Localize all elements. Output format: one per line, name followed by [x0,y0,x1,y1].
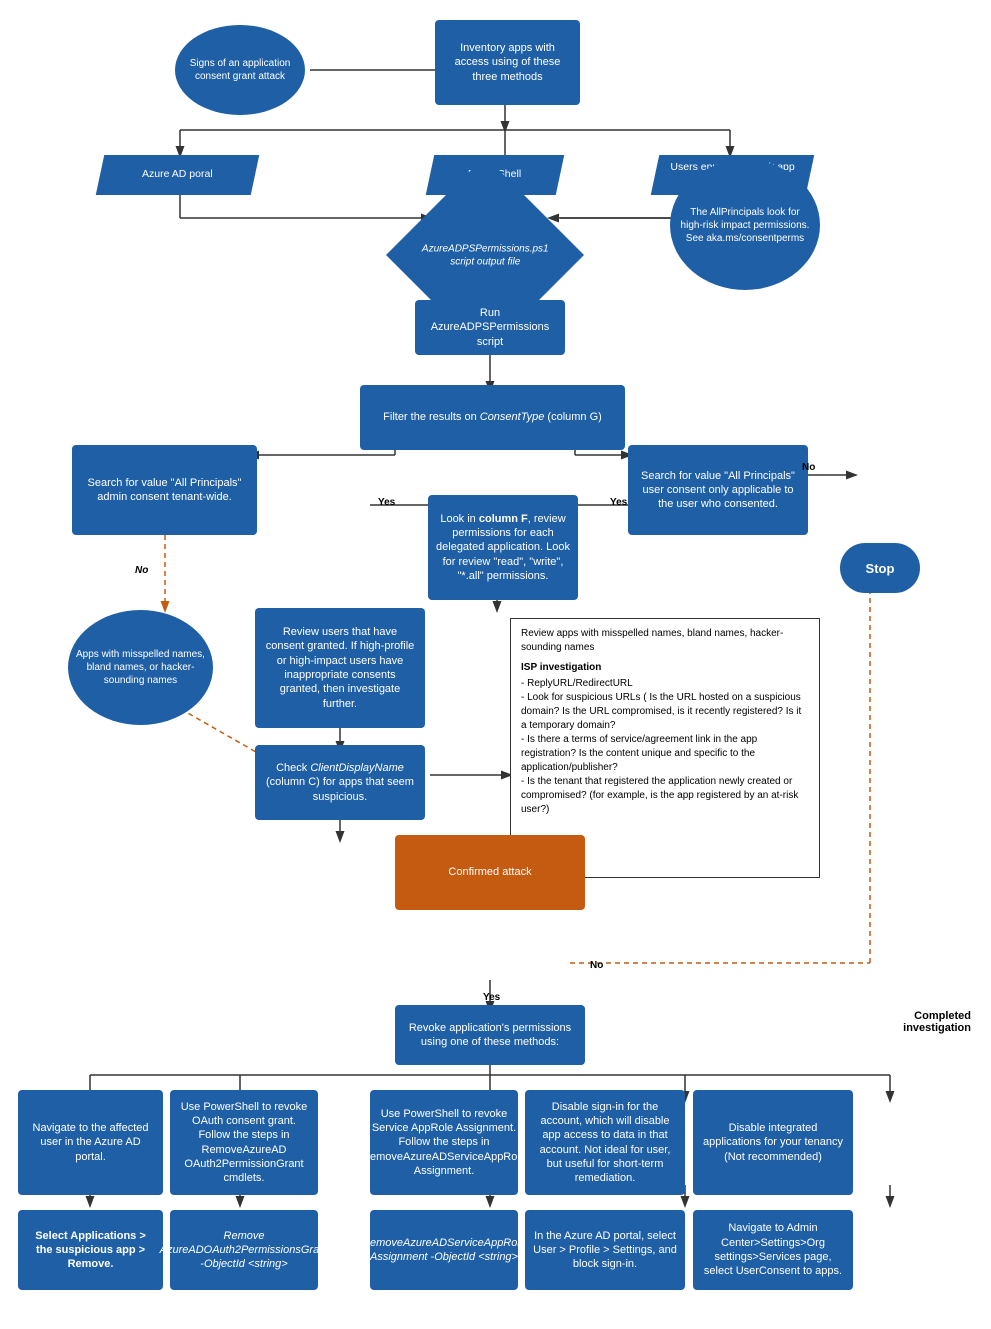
run-script-label: Run AzureADPSPermissions script [423,306,557,349]
disable-integrated-box: Disable integrated applications for your… [693,1090,853,1195]
flowchart-diagram: Signs of an application consent grant at… [0,0,991,1329]
navigate-admin-label: Navigate to Admin Center>Settings>Org se… [701,1221,845,1278]
disable-signin-label: Disable sign-in for the account, which w… [533,1100,677,1186]
search-admin-box: Search for value "All Principals" admin … [72,445,257,535]
yes-label-confirmed: Yes [483,992,500,1003]
all-principals-label: The AllPrincipals look for high-risk imp… [678,206,812,245]
review-users-box: Review users that have consent granted. … [255,608,425,728]
use-powershell-service-box: Use PowerShell to revoke Service AppRole… [370,1090,518,1195]
filter-results-label: Filter the results on ConsentType (colum… [383,410,602,424]
select-applications-label: Select Applications > the suspicious app… [26,1229,155,1272]
start-oval-label: Signs of an application consent grant at… [183,57,297,83]
no-label-confirmed: No [590,960,603,971]
info-box-title: Review apps with misspelled names, bland… [521,627,809,655]
remove-azure-oauth-label: Remove AzureADOAuth2PermissionsGrant -Ob… [160,1229,329,1272]
revoke-permissions-label: Revoke application's permissions using o… [403,1021,577,1050]
remove-azure-oauth-box: Remove AzureADOAuth2PermissionsGrant -Ob… [170,1210,318,1290]
no-label-admin: No [135,565,148,576]
navigate-azure-box: Navigate to the affected user in the Azu… [18,1090,163,1195]
completed-label: Completedinvestigation [903,1010,971,1034]
inventory-label: Inventory apps with access using of thes… [443,41,572,84]
diamond-label: AzureADPSPermissions.ps1script output fi… [418,238,553,272]
revoke-permissions-box: Revoke application's permissions using o… [395,1005,585,1065]
look-column-f-box: Look in column F, review permissions for… [428,495,578,600]
navigate-azure-label: Navigate to the affected user in the Azu… [26,1121,155,1164]
check-client-box: Check ClientDisplayName (column C) for a… [255,745,425,820]
inventory-box: Inventory apps with access using of thes… [435,20,580,105]
yes-label-1: Yes [378,497,395,508]
yes-label-2: Yes [610,497,627,508]
apps-misspelled-label: Apps with misspelled names, bland names,… [76,648,205,687]
in-azure-portal-box: In the Azure AD portal, select User > Pr… [525,1210,685,1290]
info-box-content: - ReplyURL/RedirectURL - Look for suspic… [521,677,809,817]
remove-azure-service-label: RemoveAzureADServiceAppRole Assignment -… [362,1236,526,1265]
check-client-label: Check ClientDisplayName (column C) for a… [263,761,417,804]
disable-integrated-label: Disable integrated applications for your… [701,1121,845,1164]
select-applications-box: Select Applications > the suspicious app… [18,1210,163,1290]
search-admin-label: Search for value "All Principals" admin … [80,476,249,505]
remove-azure-service-box: RemoveAzureADServiceAppRole Assignment -… [370,1210,518,1290]
search-user-box: Search for value "All Principals" user c… [628,445,808,535]
in-azure-portal-label: In the Azure AD portal, select User > Pr… [533,1229,677,1272]
search-user-label: Search for value "All Principals" user c… [636,469,800,512]
use-powershell-oauth-label: Use PowerShell to revoke OAuth consent g… [178,1100,310,1186]
navigate-admin-box: Navigate to Admin Center>Settings>Org se… [693,1210,853,1290]
use-powershell-oauth-box: Use PowerShell to revoke OAuth consent g… [170,1090,318,1195]
filter-results-box: Filter the results on ConsentType (colum… [360,385,625,450]
look-column-f-label: Look in column F, review permissions for… [436,512,570,583]
disable-signin-box: Disable sign-in for the account, which w… [525,1090,685,1195]
completed-label-text: Completedinvestigation [903,1010,971,1034]
info-box-isp-title: ISP investigation [521,661,809,675]
no-label-user-consent: No [802,462,815,473]
confirmed-attack-label: Confirmed attack [448,865,531,879]
azure-ad-label: Azure AD poral [142,168,213,182]
run-script-box: Run AzureADPSPermissions script [415,300,565,355]
review-users-label: Review users that have consent granted. … [263,625,417,711]
use-powershell-service-label: Use PowerShell to revoke Service AppRole… [362,1107,526,1178]
all-principals-circle: The AllPrincipals look for high-risk imp… [670,160,820,290]
confirmed-attack-box: Confirmed attack [395,835,585,910]
stop-button: Stop [840,543,920,593]
azure-ad-portal: Azure AD poral [96,155,260,195]
start-oval: Signs of an application consent grant at… [175,25,305,115]
stop-label: Stop [866,561,895,576]
apps-misspelled-oval: Apps with misspelled names, bland names,… [68,610,213,725]
